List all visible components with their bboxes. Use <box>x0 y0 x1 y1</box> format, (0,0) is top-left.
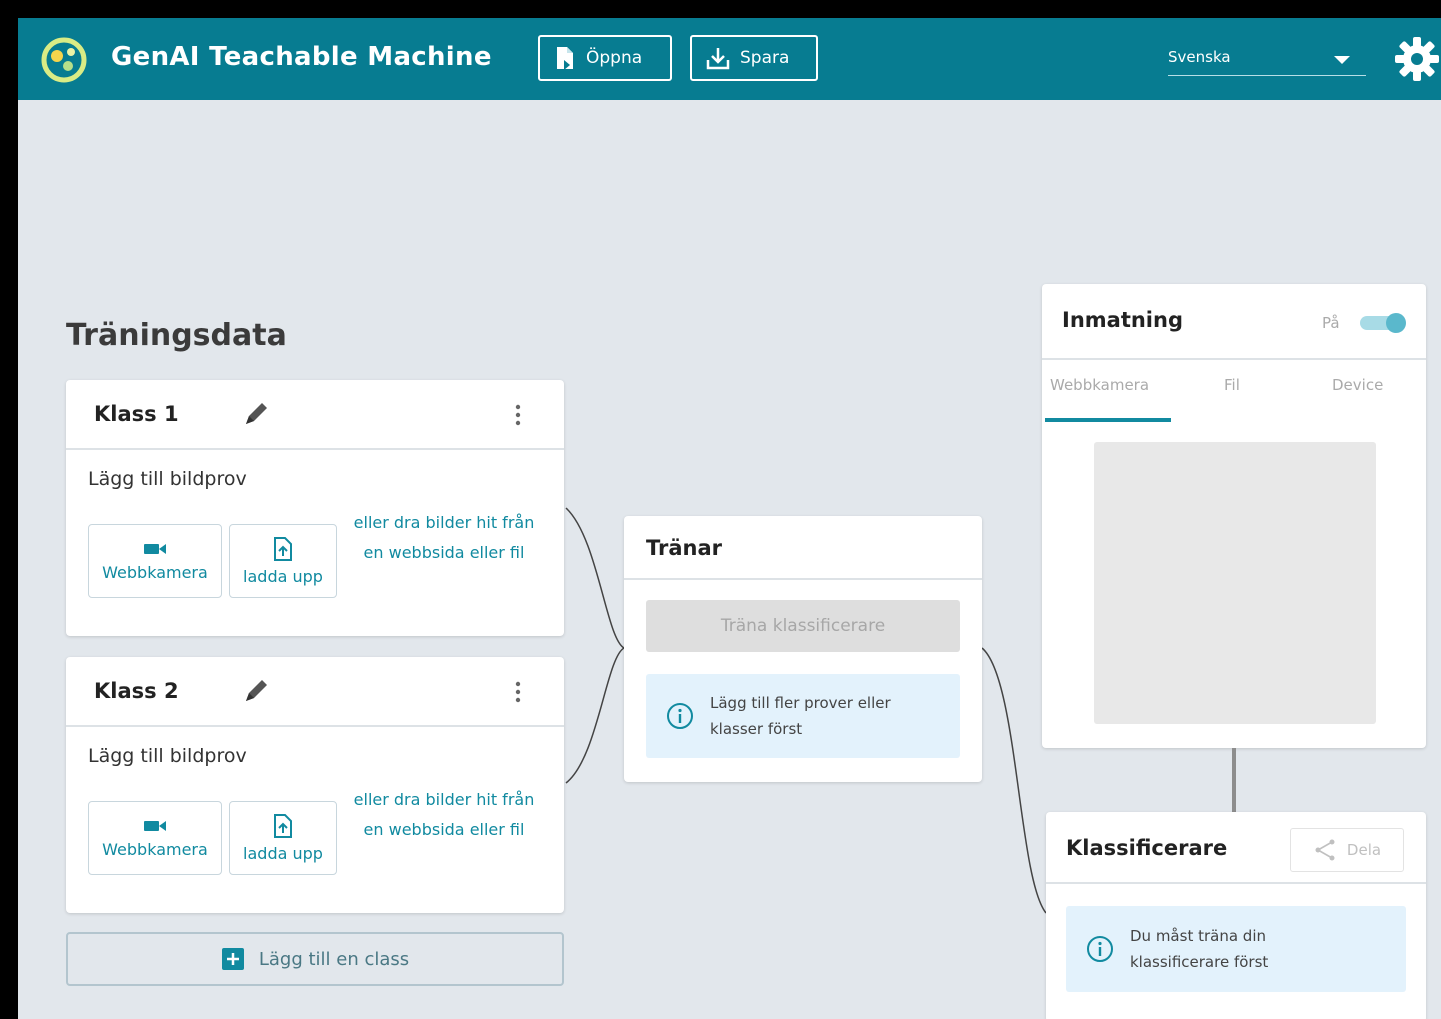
class-card-2: Klass 2 Lägg till bildprov Webbkamera la… <box>66 657 564 913</box>
pencil-icon[interactable] <box>242 400 270 428</box>
upload-button-label: ladda upp <box>243 843 323 863</box>
upload-button[interactable]: ladda upp <box>229 801 337 875</box>
more-vertical-icon[interactable] <box>508 677 528 707</box>
training-data-title: Träningsdata <box>66 318 287 353</box>
drag-drop-hint: eller dra bilder hit från en webbsida el… <box>353 513 535 562</box>
trainer-info-text: Lägg till fler prover eller klasser förs… <box>710 694 891 738</box>
drag-drop-hint: eller dra bilder hit från en webbsida el… <box>353 790 535 839</box>
input-classifier-connector <box>1232 748 1236 812</box>
share-button-label: Dela <box>1346 841 1382 859</box>
classifier-card: Klassificerare Dela Du måst träna din kl… <box>1046 812 1426 1019</box>
webcam-button[interactable]: Webbkamera <box>88 524 222 598</box>
add-samples-label: Lägg till bildprov <box>88 468 247 490</box>
info-icon <box>1087 936 1113 962</box>
add-class-button[interactable]: Lägg till en class <box>66 932 564 986</box>
class-card-1: Klass 1 Lägg till bildprov Webbkamera la… <box>66 380 564 636</box>
input-header: Inmatning På <box>1042 284 1426 360</box>
tab-webcam[interactable]: Webbkamera <box>1050 376 1149 394</box>
class-name: Klass 2 <box>94 679 179 703</box>
classifier-header: Klassificerare Dela <box>1046 812 1426 884</box>
add-samples-label: Lägg till bildprov <box>88 745 247 767</box>
upload-file-icon <box>274 536 292 561</box>
app-frame: GenAI Teachable Machine Öppna Spara Sven… <box>18 18 1441 1019</box>
share-icon <box>1315 839 1335 861</box>
upload-file-icon <box>274 813 292 838</box>
trainer-card: Tränar Träna klassificerare Lägg till fl… <box>624 516 982 782</box>
active-tab-indicator <box>1045 418 1171 422</box>
trainer-header: Tränar <box>624 516 982 580</box>
video-camera-icon <box>144 820 166 831</box>
wire-trainer-classifier <box>981 647 1047 914</box>
train-classifier-button[interactable]: Träna klassificerare <box>646 600 960 652</box>
trainer-title: Tränar <box>646 536 723 560</box>
webcam-button-label: Webbkamera <box>102 562 208 582</box>
class-card-header: Klass 1 <box>66 380 564 450</box>
classifier-info-box: Du måst träna din klassificerare först <box>1066 906 1406 992</box>
input-title: Inmatning <box>1062 308 1183 332</box>
class-card-header: Klass 2 <box>66 657 564 727</box>
plus-box-icon <box>221 948 244 970</box>
tab-device[interactable]: Device <box>1332 376 1383 394</box>
webcam-preview <box>1094 442 1376 724</box>
webcam-button-label: Webbkamera <box>102 839 208 859</box>
classifier-info-text: Du måst träna din klassificerare först <box>1130 927 1269 971</box>
classifier-title: Klassificerare <box>1066 836 1228 860</box>
input-toggle-switch[interactable] <box>1358 312 1410 334</box>
input-card: Inmatning På Webbkamera Fil Device <box>1042 284 1426 748</box>
webcam-button[interactable]: Webbkamera <box>88 801 222 875</box>
share-button[interactable]: Dela <box>1290 828 1404 872</box>
toggle-label: På <box>1322 314 1340 332</box>
wire-class2-trainer <box>565 647 625 784</box>
trainer-info-box: Lägg till fler prover eller klasser förs… <box>646 674 960 758</box>
wire-class1-trainer <box>565 507 625 649</box>
class-name: Klass 1 <box>94 402 179 426</box>
pencil-icon[interactable] <box>242 677 270 705</box>
upload-button[interactable]: ladda upp <box>229 524 337 598</box>
add-class-label: Lägg till en class <box>258 948 410 970</box>
upload-button-label: ladda upp <box>243 566 323 586</box>
tab-file[interactable]: Fil <box>1224 376 1240 394</box>
more-vertical-icon[interactable] <box>508 400 528 430</box>
info-icon <box>667 703 693 729</box>
video-camera-icon <box>144 543 166 554</box>
